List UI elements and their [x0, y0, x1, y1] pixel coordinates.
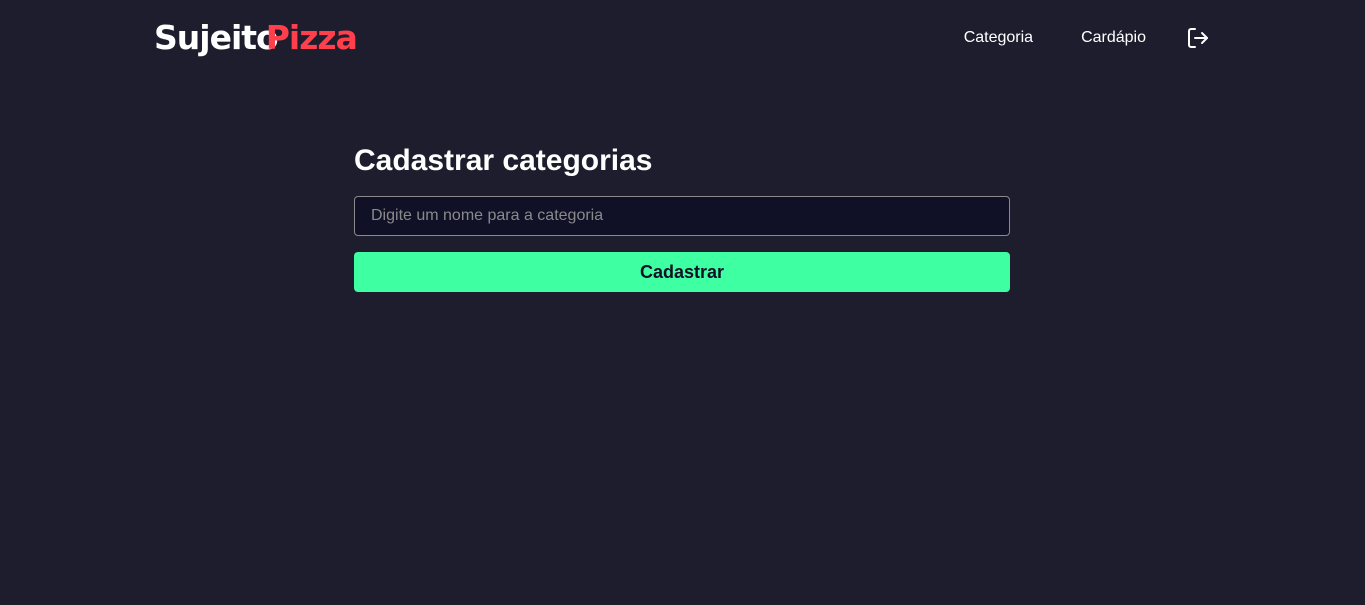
- category-form: Cadastrar: [354, 196, 1010, 292]
- category-name-input[interactable]: [354, 196, 1010, 236]
- logo-text-second: Pizza: [265, 18, 358, 57]
- main-content: Cadastrar categorias Cadastrar: [354, 140, 1010, 292]
- logo-text-first: Sujeito: [154, 18, 279, 57]
- header: SujeitoPizza Categoria Cardápio: [0, 0, 1365, 80]
- nav-link-cardapio[interactable]: Cardápio: [1081, 26, 1146, 50]
- main-nav: Categoria Cardápio: [964, 26, 1210, 50]
- logout-button[interactable]: [1186, 26, 1210, 50]
- log-out-icon: [1188, 28, 1208, 48]
- nav-link-categoria[interactable]: Categoria: [964, 26, 1033, 50]
- submit-button[interactable]: Cadastrar: [354, 252, 1010, 292]
- logo[interactable]: SujeitoPizza: [154, 16, 358, 60]
- page-title: Cadastrar categorias: [354, 144, 653, 177]
